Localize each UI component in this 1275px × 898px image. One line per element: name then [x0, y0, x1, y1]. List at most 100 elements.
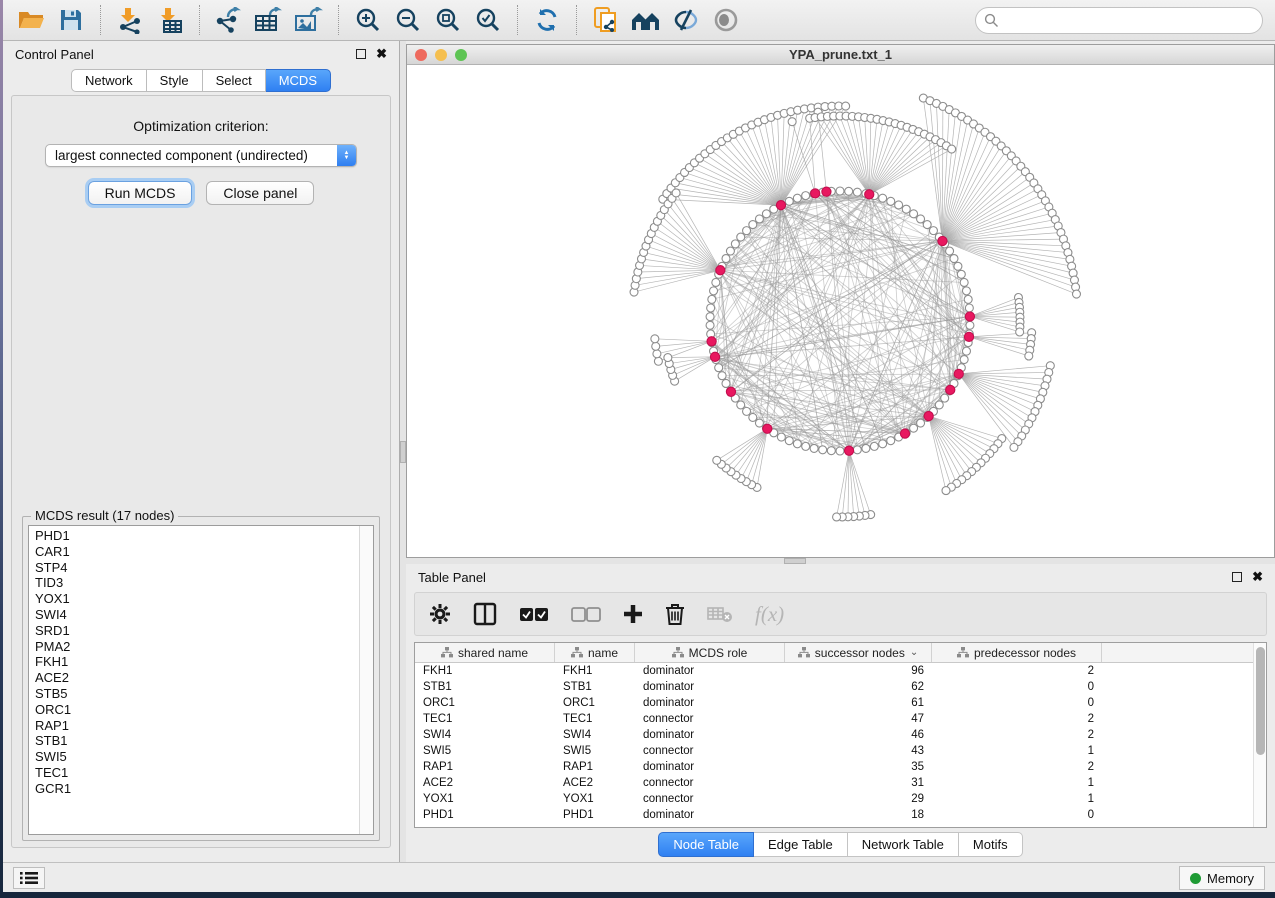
graph-node[interactable] [762, 210, 770, 218]
graph-node[interactable] [743, 407, 751, 415]
graph-hub-node[interactable] [938, 236, 947, 245]
table-row[interactable]: SWI4SWI4dominator462 [415, 727, 1266, 743]
graph-node[interactable] [910, 210, 918, 218]
graph-node[interactable] [710, 287, 718, 295]
column-header-predecessor-nodes[interactable]: predecessor nodes [932, 643, 1102, 662]
graph-node[interactable] [793, 440, 801, 448]
graph-node[interactable] [836, 447, 844, 455]
graph-node[interactable] [962, 287, 970, 295]
graph-node[interactable] [965, 304, 973, 312]
graph-node[interactable] [785, 437, 793, 445]
table-row[interactable]: ORC1ORC1dominator610 [415, 695, 1266, 711]
function-builder-button-disabled[interactable]: f(x) [755, 602, 784, 627]
tab-mcds[interactable]: MCDS [266, 69, 331, 92]
graph-hub-node[interactable] [964, 332, 973, 341]
graph-node[interactable] [941, 394, 949, 402]
mcds-result-item[interactable]: STP4 [35, 560, 373, 576]
tab-motifs[interactable]: Motifs [959, 832, 1023, 857]
graph-node[interactable] [964, 295, 972, 303]
birds-eye-view-button[interactable] [709, 4, 743, 36]
graph-node[interactable] [902, 205, 910, 213]
graph-node[interactable] [923, 221, 931, 229]
export-image-button[interactable] [292, 4, 326, 36]
graph-hub-node[interactable] [844, 446, 853, 455]
mcds-result-item[interactable]: FKH1 [35, 654, 373, 670]
graph-hub-node[interactable] [763, 424, 772, 433]
network-canvas[interactable] [407, 65, 1274, 557]
zoom-selected-button[interactable] [471, 4, 505, 36]
graph-node[interactable] [879, 194, 887, 202]
graph-hub-node[interactable] [954, 369, 963, 378]
mcds-result-item[interactable]: SWI4 [35, 607, 373, 623]
graph-node[interactable] [664, 354, 672, 362]
graph-node[interactable] [962, 347, 970, 355]
run-mcds-button[interactable]: Run MCDS [88, 181, 193, 205]
graph-node[interactable] [654, 357, 662, 365]
mcds-result-item[interactable]: RAP1 [35, 718, 373, 734]
graph-hub-node[interactable] [946, 385, 955, 394]
graph-node[interactable] [706, 313, 714, 321]
tab-style[interactable]: Style [147, 69, 203, 92]
float-panel-icon[interactable] [1232, 572, 1242, 582]
graph-node[interactable] [652, 342, 660, 350]
graph-node[interactable] [950, 255, 958, 263]
graph-node[interactable] [935, 401, 943, 409]
mcds-result-item[interactable]: ACE2 [35, 670, 373, 686]
graph-node[interactable] [708, 295, 716, 303]
mcds-result-item[interactable]: PHD1 [35, 528, 373, 544]
save-session-button[interactable] [54, 4, 88, 36]
tab-select[interactable]: Select [203, 69, 266, 92]
export-table-button[interactable] [252, 4, 286, 36]
search-input[interactable] [1005, 13, 1254, 29]
graph-hub-node[interactable] [716, 266, 725, 275]
deselect-all-button[interactable] [571, 607, 601, 622]
graph-node[interactable] [712, 278, 720, 286]
graph-node[interactable] [707, 304, 715, 312]
graph-node[interactable] [713, 456, 721, 464]
graph-hub-node[interactable] [776, 201, 785, 210]
graph-node[interactable] [737, 401, 745, 409]
mcds-result-item[interactable]: CAR1 [35, 544, 373, 560]
table-row[interactable]: YOX1YOX1connector291 [415, 791, 1266, 807]
float-panel-icon[interactable] [356, 49, 366, 59]
memory-button[interactable]: Memory [1179, 866, 1265, 890]
graph-node[interactable] [653, 350, 661, 358]
graph-node[interactable] [777, 433, 785, 441]
create-column-button[interactable] [623, 604, 643, 624]
mcds-result-item[interactable]: GCR1 [35, 781, 373, 797]
export-network-button[interactable] [212, 4, 246, 36]
graph-node[interactable] [862, 444, 870, 452]
mcds-result-item[interactable]: STB1 [35, 733, 373, 749]
graph-node[interactable] [966, 321, 974, 329]
import-table-button[interactable] [153, 4, 187, 36]
graph-node[interactable] [960, 278, 968, 286]
graph-node[interactable] [879, 440, 887, 448]
graph-hub-node[interactable] [965, 312, 974, 321]
graph-node[interactable] [842, 102, 850, 110]
graph-node[interactable] [1016, 328, 1024, 336]
graph-node[interactable] [870, 442, 878, 450]
graph-hub-node[interactable] [822, 187, 831, 196]
graph-node[interactable] [793, 194, 801, 202]
show-all-networks-button[interactable] [629, 4, 663, 36]
mcds-result-item[interactable]: STB5 [35, 686, 373, 702]
tab-network-table[interactable]: Network Table [848, 832, 959, 857]
select-all-button[interactable] [519, 607, 549, 622]
graph-node[interactable] [836, 187, 844, 195]
mcds-result-item[interactable]: PMA2 [35, 639, 373, 655]
graph-node[interactable] [960, 356, 968, 364]
graph-node[interactable] [743, 227, 751, 235]
graph-node[interactable] [887, 437, 895, 445]
clone-network-button[interactable] [589, 4, 623, 36]
graph-node[interactable] [917, 215, 925, 223]
graph-node[interactable] [1072, 290, 1080, 298]
table-scrollbar[interactable] [1253, 643, 1266, 827]
close-panel-button[interactable]: Close panel [206, 181, 314, 205]
task-history-button[interactable] [13, 867, 45, 889]
graph-node[interactable] [1010, 443, 1018, 451]
graph-hub-node[interactable] [900, 429, 909, 438]
graph-node[interactable] [785, 197, 793, 205]
table-options-button[interactable] [429, 603, 451, 625]
delete-columns-button[interactable] [665, 603, 685, 625]
graph-node[interactable] [833, 513, 841, 521]
